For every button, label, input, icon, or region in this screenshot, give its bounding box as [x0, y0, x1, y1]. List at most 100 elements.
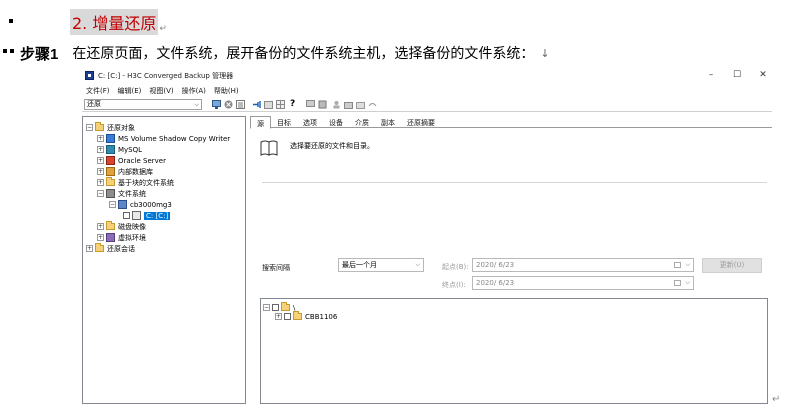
tree-node-label: 磁盘映像 — [118, 222, 146, 231]
title-bar: C: [C:] - H3C Converged Backup 管理器 – ☐ ✕ — [82, 68, 772, 84]
network-icon[interactable] — [212, 100, 221, 109]
properties-icon[interactable] — [264, 100, 273, 109]
tree-node-block-fs[interactable]: + 基于块的文件系统 — [97, 177, 174, 188]
search-interval-label: 搜索间隔 — [262, 264, 290, 272]
start-date-picker[interactable]: 2020/ 6/23 ⌵ — [472, 258, 694, 272]
context-dropdown[interactable]: 还原 ⌵ — [84, 99, 202, 110]
end-date-value: 2020/ 6/23 — [476, 279, 515, 287]
step-label: 步骤1 — [20, 45, 59, 63]
virtual-env-icon — [106, 233, 115, 242]
restore-icon[interactable] — [356, 100, 365, 109]
expand-icon[interactable]: + — [97, 223, 104, 230]
backup-icon[interactable] — [344, 100, 353, 109]
expand-icon[interactable]: + — [97, 157, 104, 164]
update-button[interactable]: 更新(U) — [702, 258, 762, 273]
file-checkbox[interactable] — [272, 304, 279, 311]
user-icon[interactable] — [332, 100, 341, 109]
internal-db-icon — [106, 167, 115, 176]
tab-strip: 源 目标 选项 设备 介质 副本 还原摘要 — [250, 116, 772, 129]
grid-icon[interactable] — [276, 100, 285, 109]
menu-edit[interactable]: 编辑(E) — [114, 84, 146, 96]
calendar-icon — [674, 280, 681, 286]
tree-node-label: 基于块的文件系统 — [118, 178, 174, 187]
tree-node-internal-db[interactable]: + 内部数据库 — [97, 166, 153, 177]
window-title: C: [C:] - H3C Converged Backup 管理器 — [98, 72, 234, 80]
tree-node-vss[interactable]: + MS Volume Shadow Copy Writer — [97, 133, 230, 144]
bullet-heading — [9, 19, 13, 23]
collapse-icon[interactable]: − — [263, 304, 270, 311]
tree-node-root[interactable]: − 还原对象 — [86, 122, 135, 133]
toolbar: 还原 ⌵ ? — [82, 98, 772, 112]
expand-icon[interactable]: + — [86, 245, 93, 252]
help-icon[interactable]: ? — [290, 100, 299, 109]
backup-manager-window: C: [C:] - H3C Converged Backup 管理器 – ☐ ✕… — [82, 68, 772, 404]
tab-options[interactable]: 选项 — [297, 116, 323, 128]
collapse-icon[interactable]: − — [97, 190, 104, 197]
tree-node-mysql[interactable]: + MySQL — [97, 144, 142, 155]
menu-file[interactable]: 文件(F) — [82, 84, 114, 96]
tab-restore-summary[interactable]: 还原摘要 — [401, 116, 441, 128]
tab-target[interactable]: 目标 — [271, 116, 297, 128]
tree-node-label: 还原会话 — [107, 244, 135, 253]
chevron-down-icon: ⌵ — [194, 101, 199, 108]
minimize-button[interactable]: – — [704, 69, 718, 81]
close-button[interactable]: ✕ — [756, 69, 770, 81]
tree-node-label: MySQL — [118, 145, 143, 154]
list-view-icon[interactable] — [236, 100, 245, 109]
tab-source[interactable]: 源 — [250, 116, 271, 129]
expand-icon[interactable]: + — [97, 146, 104, 153]
divider — [262, 182, 767, 183]
search-interval-select[interactable]: 最后一个月 ⌵ — [338, 258, 424, 272]
expand-icon[interactable]: + — [97, 135, 104, 142]
section-heading: 2. 增量还原 ↵ — [70, 9, 167, 35]
tab-media[interactable]: 介质 — [349, 116, 375, 128]
tree-node-restore-sessions[interactable]: + 还原会话 — [86, 243, 135, 254]
tree-node-drive-c[interactable]: C: [C:] — [123, 210, 171, 221]
bullet-step-2 — [10, 49, 14, 53]
monitor-icon[interactable] — [306, 100, 315, 109]
calendar-icon — [674, 262, 681, 268]
folder-icon — [95, 122, 104, 131]
collapse-icon[interactable]: − — [86, 124, 93, 131]
menu-action[interactable]: 操作(A) — [178, 84, 210, 96]
paragraph-mark-end: ↵ — [772, 394, 781, 405]
file-tree-node-cbb1106[interactable]: + CBB1106 — [275, 311, 337, 322]
expand-icon[interactable]: + — [275, 313, 282, 320]
tree-node-host[interactable]: − cb3000mg3 — [109, 199, 172, 210]
tree-node-virtual-env[interactable]: + 虚拟环境 — [97, 232, 146, 243]
menu-help[interactable]: 帮助(H) — [210, 84, 243, 96]
tree-node-oracle[interactable]: + Oracle Server — [97, 155, 166, 166]
tree-node-label: cb3000mg3 — [130, 200, 172, 209]
book-icon — [260, 140, 278, 156]
menu-view[interactable]: 视图(V) — [145, 84, 177, 96]
file-selection-tree: − \ + CBB1106 — [260, 298, 768, 404]
end-date-picker[interactable]: 2020/ 6/23 ⌵ — [472, 276, 694, 290]
restore-object-tree: − 还原对象 + MS Volume Shadow Copy Writer + … — [82, 116, 246, 404]
search-interval-value: 最后一个月 — [342, 261, 377, 269]
step-text: 在还原页面，文件系统，展开备份的文件系统主机，选择备份的文件系统： — [72, 46, 535, 62]
paragraph-mark: ↵ — [159, 24, 167, 34]
expand-icon[interactable]: + — [97, 179, 104, 186]
bullet-step — [3, 49, 7, 53]
tab-devices[interactable]: 设备 — [323, 116, 349, 128]
file-checkbox[interactable] — [284, 313, 291, 320]
line-break-mark: ↓ — [540, 46, 550, 60]
database-icon[interactable] — [318, 100, 327, 109]
tree-node-label: Oracle Server — [118, 156, 166, 165]
expand-icon[interactable]: + — [97, 234, 104, 241]
instruction-text: 选择要还原的文件和目录。 — [290, 142, 374, 150]
stop-icon[interactable] — [224, 100, 233, 109]
maximize-button[interactable]: ☐ — [730, 69, 744, 81]
tree-node-label: 文件系统 — [118, 189, 146, 198]
tab-copies[interactable]: 副本 — [375, 116, 401, 128]
link-icon[interactable] — [368, 100, 377, 109]
expand-icon[interactable]: + — [97, 168, 104, 175]
app-icon — [85, 71, 94, 80]
pin-icon[interactable] — [252, 100, 261, 109]
collapse-icon[interactable]: − — [109, 201, 116, 208]
end-date-label: 终点(I): — [442, 281, 466, 289]
folder-icon — [281, 302, 290, 311]
tree-node-disk-image[interactable]: + 磁盘映像 — [97, 221, 146, 232]
tree-checkbox[interactable] — [123, 212, 130, 219]
tree-node-filesystem[interactable]: − 文件系统 — [97, 188, 146, 199]
